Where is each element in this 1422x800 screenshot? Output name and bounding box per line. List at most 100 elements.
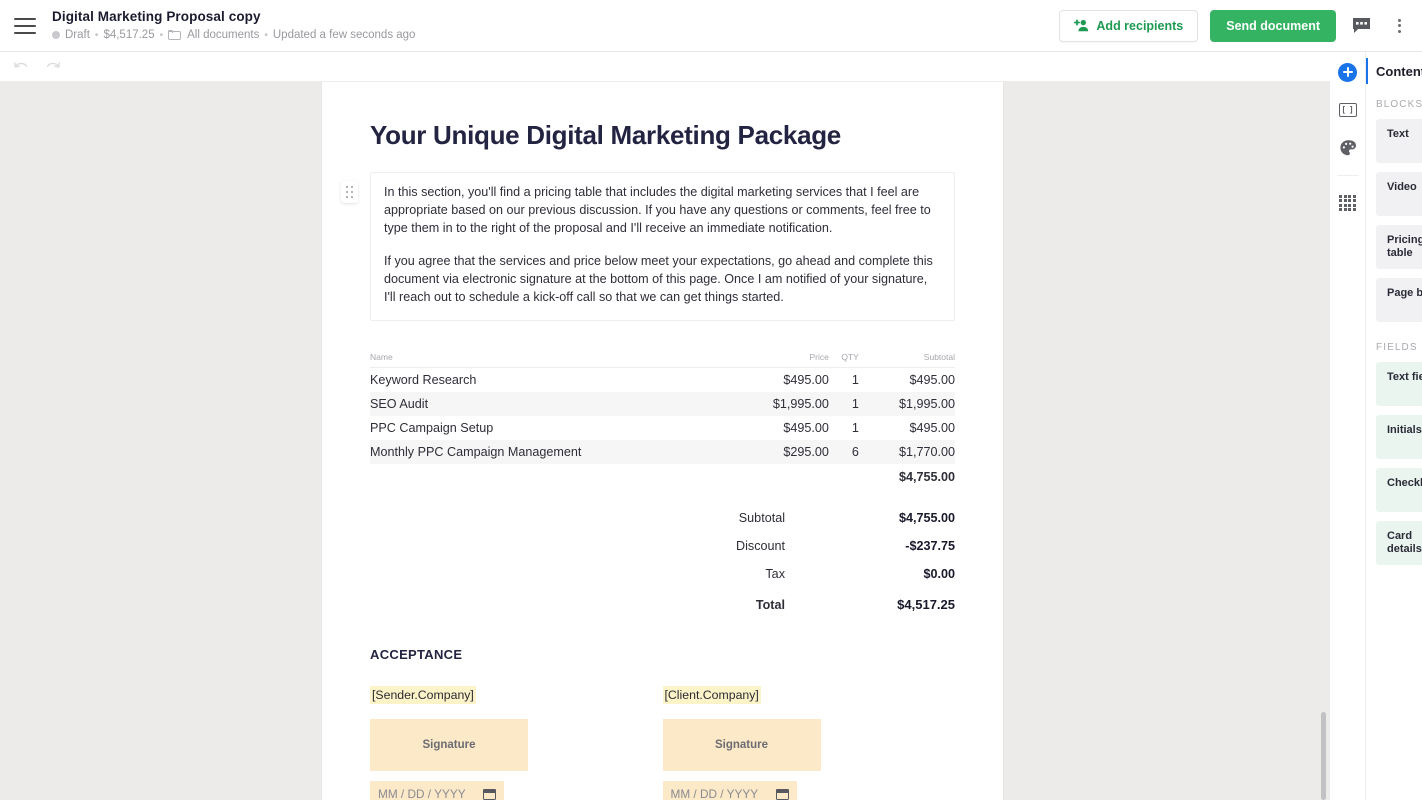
- block-item-video[interactable]: Video: [1376, 172, 1422, 216]
- totals-row-subtotal: Subtotal $4,755.00: [370, 504, 955, 532]
- totals-value: -$237.75: [905, 538, 955, 553]
- client-company-token[interactable]: [Client.Company]: [662, 685, 761, 704]
- grand-spacer-3: [829, 464, 859, 487]
- separator-2: •: [159, 29, 164, 41]
- row-subtotal: $1,995.00: [898, 396, 955, 411]
- block-item-pricing-table[interactable]: Pricing table: [1376, 225, 1422, 269]
- row-price: $495.00: [783, 420, 829, 435]
- row-name: SEO Audit: [370, 396, 429, 411]
- grid-dots-glyph: [1339, 194, 1356, 212]
- table-row[interactable]: Keyword Research $495.00 1 $495.00: [370, 367, 955, 392]
- row-subtotal: $495.00: [909, 372, 955, 387]
- page-title: Your Unique Digital Marketing Package: [370, 120, 841, 150]
- content-panel: Content BLOCKS Text Video Pricing table …: [1366, 52, 1422, 800]
- document-meta: Digital Marketing Proposal copy Draft • …: [52, 9, 1059, 43]
- totals-label: Discount: [736, 538, 785, 553]
- totals-value: $4,755.00: [898, 510, 955, 525]
- field-item-initials[interactable]: Initials: [1376, 415, 1422, 459]
- col-header-subtotal: Subtotal: [858, 351, 955, 368]
- field-item-card-details[interactable]: Card details: [1376, 521, 1422, 565]
- document-amount: $4,517.25: [103, 28, 155, 41]
- folder-icon: [168, 30, 182, 40]
- kebab-dots: [1397, 18, 1401, 33]
- grand-spacer-2: [733, 464, 829, 487]
- acceptance-grid: [Sender.Company] Signature MM / DD / YYY…: [370, 685, 955, 800]
- drag-handle-icon[interactable]: [341, 181, 358, 203]
- col-header-price: Price: [732, 351, 829, 368]
- table-grand-total-row: $4,755.00: [370, 464, 955, 487]
- comment-bubble-glyph: [1352, 18, 1370, 33]
- document-canvas: Your Unique Digital Marketing Package In…: [0, 82, 1330, 800]
- row-subtotal: $1,770.00: [898, 444, 955, 459]
- pricing-table[interactable]: Name Price QTY Subtotal Keyword Research…: [370, 351, 955, 487]
- paragraph-2: If you agree that the services and price…: [384, 254, 933, 304]
- totals-row-total: Total $4,517.25: [370, 591, 955, 619]
- row-price: $495.00: [783, 372, 829, 387]
- row-name: Keyword Research: [370, 372, 477, 387]
- table-header-row: Name Price QTY Subtotal: [370, 351, 955, 368]
- grand-total-value: $4,755.00: [898, 469, 955, 484]
- send-document-button[interactable]: Send document: [1210, 9, 1336, 42]
- totals-label: Tax: [765, 566, 785, 581]
- editor-toolbar: [0, 52, 1330, 82]
- totals-value: $4,517.25: [897, 597, 955, 613]
- calendar-icon: [775, 787, 789, 800]
- add-person-icon: [1074, 19, 1089, 32]
- rail-divider: [1336, 175, 1359, 176]
- status-dot-icon: [52, 31, 60, 39]
- row-subtotal: $495.00: [909, 420, 955, 435]
- document-page: Your Unique Digital Marketing Package In…: [322, 82, 1003, 800]
- sender-signature-field[interactable]: Signature: [370, 718, 528, 771]
- block-item-text[interactable]: Text: [1376, 119, 1422, 163]
- updated-label: Updated a few seconds ago: [272, 28, 416, 41]
- add-recipients-label: Add recipients: [1096, 18, 1184, 33]
- table-row[interactable]: SEO Audit $1,995.00 1 $1,995.00: [370, 391, 955, 416]
- text-block[interactable]: In this section, you'll find a pricing t…: [341, 172, 955, 321]
- topbar-actions: Add recipients Send document: [1059, 9, 1412, 42]
- table-row[interactable]: PPC Campaign Setup $495.00 1 $495.00: [370, 416, 955, 440]
- blocks-section-label: BLOCKS: [1376, 99, 1422, 110]
- acceptance-heading: ACCEPTANCE: [370, 646, 463, 662]
- block-item-page-break[interactable]: Page break: [1376, 278, 1422, 322]
- add-content-icon[interactable]: [1336, 60, 1360, 84]
- palette-glyph: [1339, 140, 1356, 156]
- redo-icon[interactable]: [44, 58, 62, 76]
- separator-3: •: [264, 29, 268, 41]
- comment-icon[interactable]: [1348, 13, 1374, 39]
- client-date-placeholder: MM / DD / YYYY: [670, 786, 759, 800]
- row-price: $295.00: [783, 444, 829, 459]
- field-item-checkbox[interactable]: Checkbox: [1376, 468, 1422, 512]
- client-date-field[interactable]: MM / DD / YYYY: [662, 780, 797, 800]
- variables-bracket-glyph: []: [1338, 103, 1357, 117]
- vertical-scrollbar[interactable]: [1321, 712, 1326, 800]
- totals-label: Subtotal: [738, 510, 785, 525]
- more-options-icon[interactable]: [1386, 13, 1412, 39]
- totals-label: Total: [755, 597, 785, 612]
- totals-row-tax: Tax $0.00: [370, 560, 955, 588]
- variables-icon[interactable]: []: [1336, 98, 1360, 122]
- folder-label[interactable]: All documents: [187, 28, 259, 43]
- row-qty: 1: [851, 396, 859, 411]
- row-name: Monthly PPC Campaign Management: [370, 444, 582, 459]
- col-header-qty: QTY: [828, 351, 859, 368]
- fields-section-label: FIELDS: [1376, 342, 1418, 353]
- apps-grid-icon[interactable]: [1336, 191, 1360, 215]
- pricing-table-head: Name Price QTY Subtotal: [370, 351, 955, 368]
- field-item-text-field[interactable]: Text field: [1376, 362, 1422, 406]
- row-qty: 1: [851, 420, 859, 435]
- undo-icon[interactable]: [12, 58, 30, 76]
- pricing-table-body: Keyword Research $495.00 1 $495.00 SEO A…: [370, 367, 955, 487]
- document-title: Digital Marketing Proposal copy: [52, 8, 261, 24]
- client-signature-field[interactable]: Signature: [662, 718, 821, 771]
- sender-company-token[interactable]: [Sender.Company]: [370, 685, 476, 704]
- add-recipients-button[interactable]: Add recipients: [1059, 9, 1199, 42]
- sender-date-field[interactable]: MM / DD / YYYY: [370, 780, 504, 800]
- separator-1: •: [94, 29, 99, 41]
- totals-section: Subtotal $4,755.00 Discount -$237.75 Tax…: [370, 504, 955, 619]
- status-label: Draft: [65, 28, 90, 41]
- table-row[interactable]: Monthly PPC Campaign Management $295.00 …: [370, 439, 955, 464]
- hamburger-menu-icon[interactable]: [14, 17, 36, 34]
- top-bar: Digital Marketing Proposal copy Draft • …: [0, 0, 1422, 52]
- grand-spacer-1: [370, 464, 733, 487]
- theme-palette-icon[interactable]: [1336, 136, 1360, 160]
